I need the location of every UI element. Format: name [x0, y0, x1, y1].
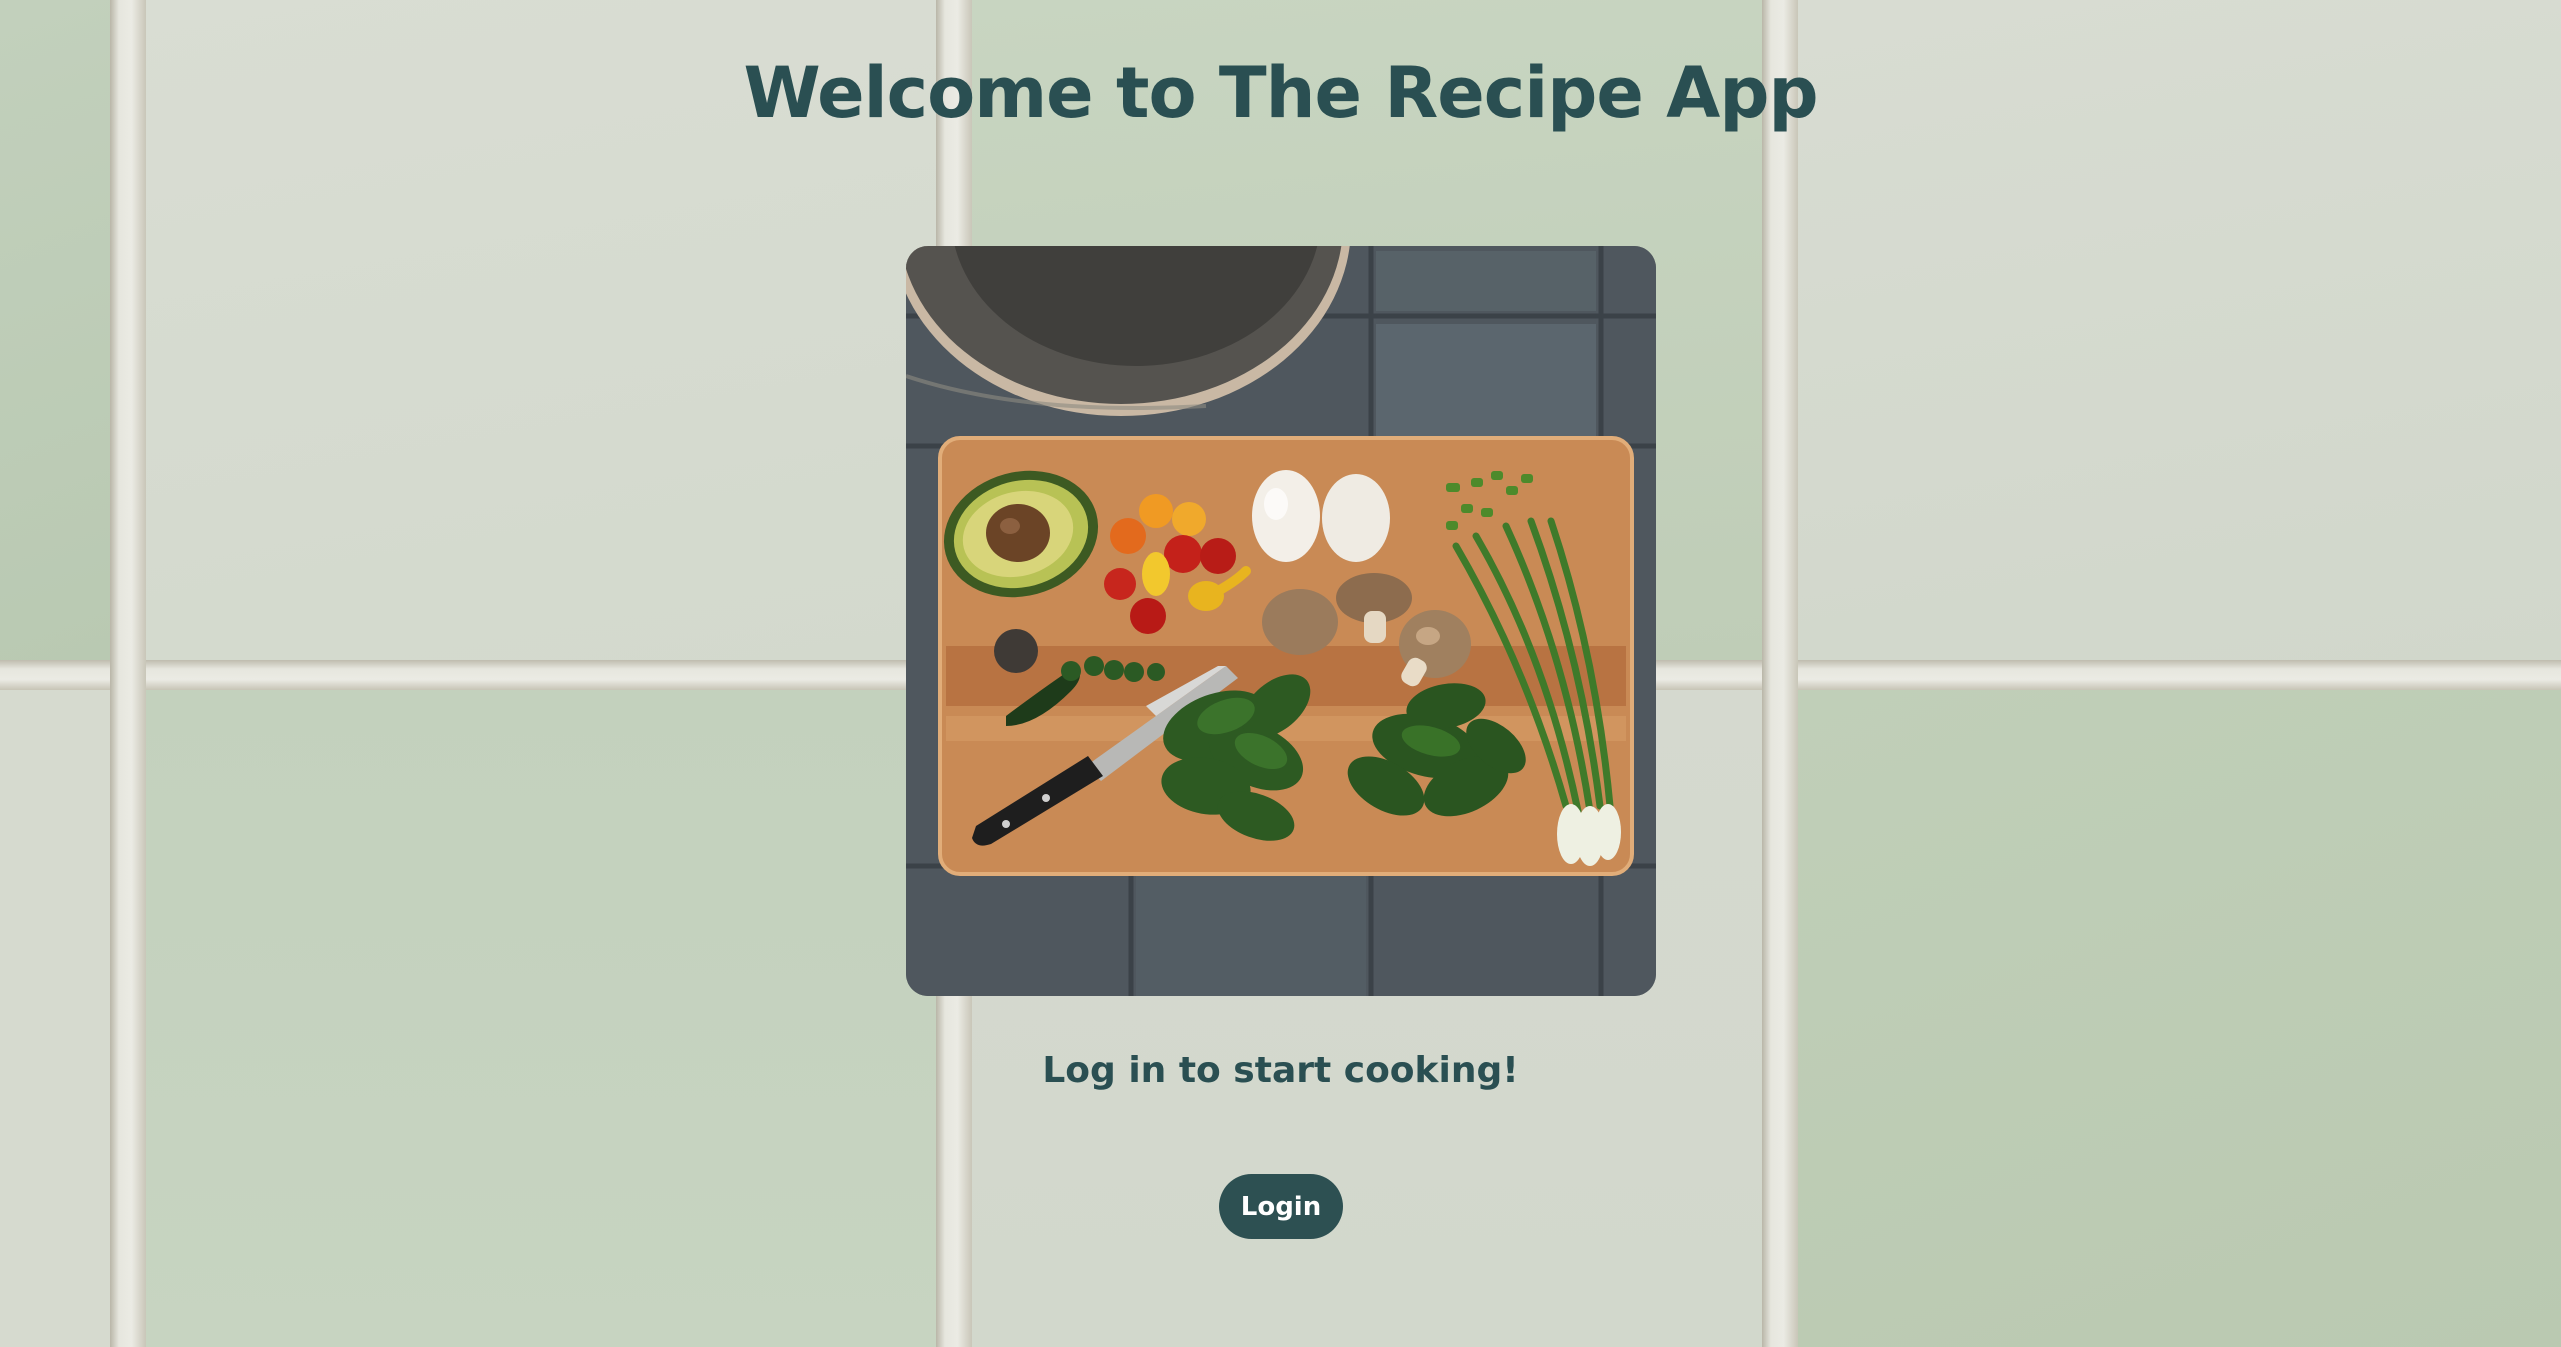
- background-tile: [0, 690, 110, 1347]
- page-title: Welcome to The Recipe App: [743, 52, 1818, 134]
- tile-grout: [1762, 0, 1798, 1347]
- tile-grout: [110, 0, 146, 1347]
- background-tile: [1798, 690, 2561, 1347]
- hero-image: [906, 246, 1656, 996]
- cutting-board-illustration: [906, 246, 1656, 996]
- login-button[interactable]: Login: [1219, 1174, 1343, 1239]
- landing-page: Welcome to The Recipe App Log in to star…: [0, 0, 2561, 1347]
- login-prompt: Log in to start cooking!: [1042, 1050, 1519, 1091]
- background-tile: [146, 690, 936, 1347]
